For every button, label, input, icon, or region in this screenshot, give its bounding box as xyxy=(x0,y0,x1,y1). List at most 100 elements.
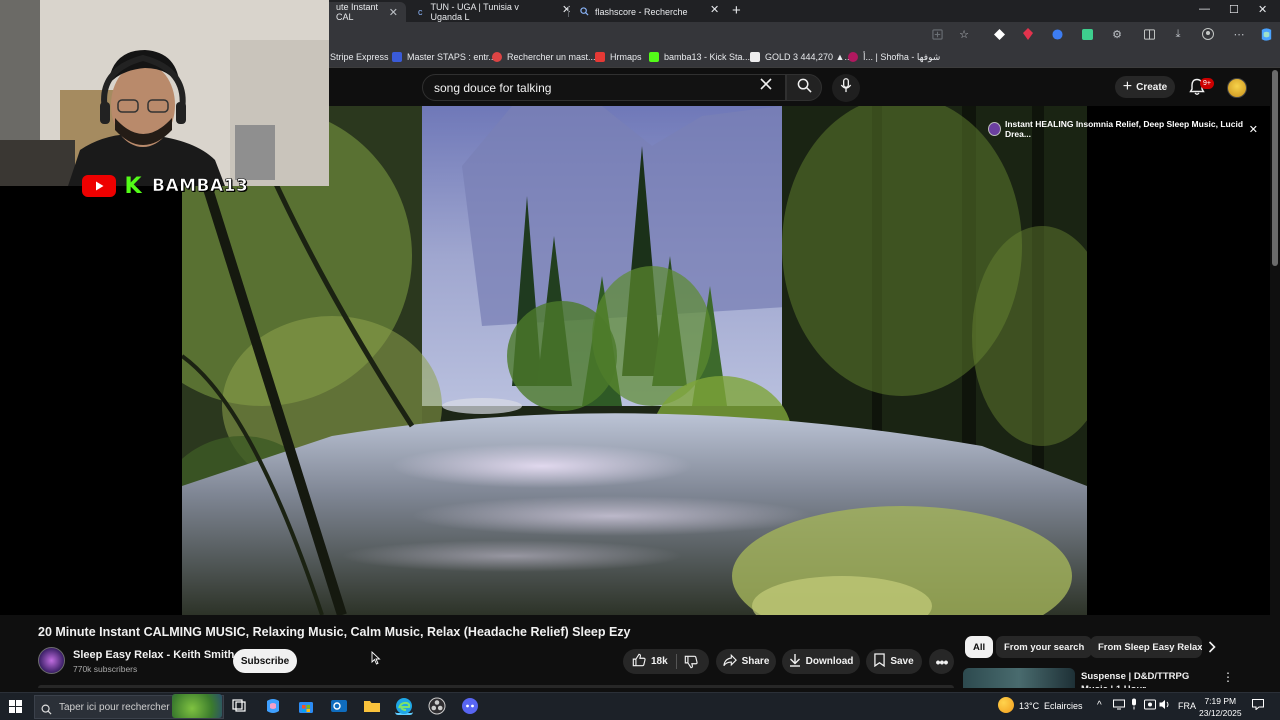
clock-time: 7:19 PM xyxy=(1204,696,1237,706)
split-view-icon[interactable] xyxy=(1142,27,1156,41)
bookmark-bamba13-kick[interactable]: bamba13 - Kick Sta... xyxy=(649,50,750,64)
new-tab-button[interactable]: + xyxy=(732,2,741,19)
create-button[interactable]: + Create xyxy=(1115,76,1175,98)
save-button[interactable]: Save xyxy=(866,649,922,674)
tab-separator xyxy=(568,6,569,17)
webcam-tray-icon[interactable] xyxy=(1144,699,1156,712)
taskbar-search-placeholder: Taper ici pour rechercher xyxy=(59,701,170,713)
recommendation-thumbnail[interactable] xyxy=(963,668,1075,688)
plus-icon: + xyxy=(1122,78,1133,95)
minimize-button[interactable]: — xyxy=(1199,3,1210,15)
page-scrollbar[interactable] xyxy=(1270,68,1280,688)
weather-temperature[interactable]: 13°C xyxy=(1019,701,1039,711)
tab-tunisia-uganda[interactable]: c TUN - UGA | Tunisia v Uganda L xyxy=(410,2,560,22)
clock-date: 23/12/2025 xyxy=(1199,708,1242,718)
obs-studio-icon[interactable] xyxy=(428,697,446,715)
more-vertical-icon[interactable]: ⋮ xyxy=(1222,670,1234,684)
tab-close-icon[interactable]: ✕ xyxy=(562,3,571,16)
chip-all[interactable]: All xyxy=(965,636,994,658)
extension-green-icon[interactable] xyxy=(1080,27,1094,41)
microphone-icon[interactable] xyxy=(1130,698,1138,712)
file-explorer-icon[interactable] xyxy=(363,697,381,715)
download-button[interactable]: Download xyxy=(782,649,860,674)
clear-search-icon[interactable] xyxy=(760,77,772,95)
bookmark-favicon-icon xyxy=(392,52,402,62)
voice-search-button[interactable] xyxy=(832,74,860,102)
description-box[interactable] xyxy=(38,685,954,688)
like-button[interactable]: 18k xyxy=(632,653,668,670)
edge-browser-icon[interactable] xyxy=(395,697,413,715)
scrollbar-thumb[interactable] xyxy=(1272,70,1278,266)
profile-icon[interactable] xyxy=(1201,27,1215,41)
tab-favicon-icon: c xyxy=(418,7,423,17)
bookmark-favicon-icon xyxy=(649,52,659,62)
copilot-app-icon[interactable] xyxy=(264,697,282,715)
tab-close-icon[interactable]: ✕ xyxy=(710,3,719,16)
channel-name[interactable]: Sleep Easy Relax - Keith Smith xyxy=(73,649,234,661)
bookmark-hrmaps[interactable]: Hrmaps xyxy=(595,50,642,64)
volume-icon[interactable] xyxy=(1159,699,1171,712)
maximize-button[interactable]: ☐ xyxy=(1229,3,1239,16)
tab-flashscore[interactable]: flashscore - Recherche xyxy=(572,2,722,22)
dislike-button[interactable] xyxy=(684,655,698,674)
more-menu-icon[interactable]: ⋯ xyxy=(1232,27,1246,41)
thumbs-down-icon xyxy=(684,655,698,673)
extension-red-icon[interactable] xyxy=(1021,27,1035,41)
like-divider xyxy=(676,654,677,669)
channel-avatar[interactable] xyxy=(38,647,65,674)
bookmark-shofha[interactable]: أ... | Shofha - شوفها xyxy=(848,50,940,64)
system-clock[interactable]: 7:19 PM 23/12/2025 xyxy=(1199,695,1242,719)
chevron-right-icon[interactable] xyxy=(1208,640,1216,656)
search-input[interactable]: song douce for talking xyxy=(422,74,786,101)
close-window-button[interactable]: ✕ xyxy=(1258,3,1267,16)
install-app-icon[interactable] xyxy=(930,27,944,41)
bookmark-master-staps[interactable]: Master STAPS : entr... xyxy=(392,50,496,64)
search-button[interactable] xyxy=(786,74,822,101)
bookmark-label: Rechercher un mast... xyxy=(507,52,596,62)
extension-blue-icon[interactable] xyxy=(1050,27,1064,41)
input-language[interactable]: FRA xyxy=(1178,701,1196,711)
chip-from-your-search[interactable]: From your search xyxy=(996,636,1093,658)
recommendation-title[interactable]: Suspense | D&D/TTRPG Music | 1 Hour xyxy=(1081,670,1216,688)
outlook-icon[interactable] xyxy=(330,697,348,715)
search-favicon-icon xyxy=(580,6,589,18)
share-label: Share xyxy=(741,656,770,667)
bookmark-favicon-icon xyxy=(848,52,858,62)
streamer-name: BAMBA13 xyxy=(152,176,249,197)
bookmark-gold-price[interactable]: GOLD 3 444,270 ▲... xyxy=(750,50,852,64)
notification-center-icon[interactable] xyxy=(1252,699,1264,712)
bookmark-rechercher-master[interactable]: Rechercher un mast... xyxy=(492,50,596,64)
discord-icon[interactable] xyxy=(461,697,479,715)
bookmark-star-icon[interactable]: ☆ xyxy=(957,27,971,41)
bookmark-favicon-icon xyxy=(492,52,502,62)
microsoft-store-icon[interactable] xyxy=(297,697,315,715)
subscribe-button[interactable]: Subscribe xyxy=(233,649,297,673)
tray-chevron-up-icon[interactable]: ^ xyxy=(1097,700,1102,711)
tab-current-video[interactable]: ute Instant CAL ✕ xyxy=(318,2,406,22)
windows-start-icon[interactable] xyxy=(9,700,22,713)
extensions-puzzle-icon[interactable]: ⚙ xyxy=(1110,27,1124,41)
kick-logo-icon: K xyxy=(124,173,142,199)
user-avatar[interactable] xyxy=(1227,78,1247,98)
more-actions-button[interactable]: ••• xyxy=(929,649,954,674)
endscreen-suggestion[interactable]: Instant HEALING Insomnia Relief, Deep Sl… xyxy=(988,119,1258,139)
share-button[interactable]: Share xyxy=(716,649,776,674)
download-arrow-icon xyxy=(789,653,806,670)
weather-condition[interactable]: Eclaircies xyxy=(1044,701,1083,711)
search-query: song douce for talking xyxy=(434,80,552,95)
chip-from-channel[interactable]: From Sleep Easy Relax xyxy=(1090,636,1202,658)
notification-badge: 9+ xyxy=(1200,78,1214,89)
task-view-icon[interactable] xyxy=(231,697,249,715)
youtube-logo-icon xyxy=(82,175,116,197)
download-icon[interactable]: ⤓ xyxy=(1171,27,1185,41)
bookmark-stripe-express[interactable]: Stripe Express xyxy=(330,50,389,64)
copilot-icon[interactable] xyxy=(1258,26,1274,42)
close-icon[interactable]: ✕ xyxy=(1249,123,1258,136)
webcam-overlay xyxy=(0,0,329,186)
extension-diamond-icon[interactable] xyxy=(992,27,1006,41)
bookmark-label: bamba13 - Kick Sta... xyxy=(664,52,751,62)
create-label: Create xyxy=(1136,81,1168,93)
search-highlight-art xyxy=(172,694,222,718)
tab-close-icon[interactable]: ✕ xyxy=(389,6,398,19)
network-icon[interactable] xyxy=(1113,699,1125,712)
